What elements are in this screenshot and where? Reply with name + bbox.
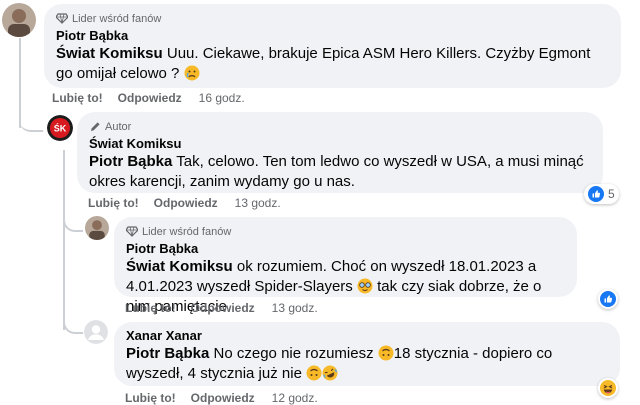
comment-actions-2: Lubię to! Odpowiedz 13 godz. xyxy=(88,196,281,210)
comment-actions-1: Lubię to! Odpowiedz 16 godz. xyxy=(52,91,245,105)
fan-badge: Lider wśród fanów xyxy=(126,224,565,239)
reply-button[interactable]: Odpowiedz xyxy=(191,301,255,315)
mention-link[interactable]: Piotr Bąbka xyxy=(126,345,209,362)
upside-down-face-emoji-icon xyxy=(306,365,322,381)
pencil-icon xyxy=(91,121,100,131)
like-button[interactable]: Lubię to! xyxy=(125,301,176,315)
reaction-summary-2[interactable]: 5 xyxy=(584,184,619,204)
comment-actions-4: Lubię to! Odpowiedz 12 godz. xyxy=(125,391,318,405)
rolling-laughing-emoji-icon xyxy=(322,365,338,381)
author-badge: Autor xyxy=(89,119,591,134)
comment-bubble-1: Lider wśród fanów Piotr Bąbka Świat Komi… xyxy=(44,4,621,88)
comment-bubble-2: Autor Świat Komiksu Piotr Bąbka Tak, cel… xyxy=(77,112,603,193)
badge-label: Lider wśród fanów xyxy=(142,225,232,238)
comment-author[interactable]: Xanar Xanar xyxy=(126,328,608,343)
nerd-emoji-icon xyxy=(357,278,373,294)
thread-curve-reply-3 xyxy=(63,302,83,334)
avatar-photo-icon xyxy=(2,3,36,37)
reaction-summary-4[interactable] xyxy=(598,378,618,398)
thread-curve-reply-2 xyxy=(63,200,83,232)
mention-link[interactable]: Piotr Bąbka xyxy=(89,153,172,170)
crying-emoji-icon xyxy=(184,65,200,81)
thumbs-up-icon xyxy=(600,291,616,307)
mention-link[interactable]: Świat Komiksu xyxy=(126,258,233,275)
timestamp[interactable]: 13 godz. xyxy=(272,301,318,315)
badge-label: Autor xyxy=(105,120,132,133)
avatar-swiat-komiksu[interactable]: ŚK xyxy=(47,115,73,141)
comment-text: Piotr Bąbka No czego nie rozumiesz 18 st… xyxy=(126,345,553,382)
thread-curve-reply-1 xyxy=(19,110,43,132)
reply-button[interactable]: Odpowiedz xyxy=(191,391,255,405)
badge-label: Lider wśród fanów xyxy=(72,12,162,25)
comment-bubble-4: Xanar Xanar Piotr Bąbka No czego nie roz… xyxy=(114,322,620,386)
reaction-summary-3[interactable] xyxy=(598,289,618,309)
comment-bubble-3: Lider wśród fanów Piotr Bąbka Świat Komi… xyxy=(114,217,577,315)
upside-down-face-emoji-icon xyxy=(378,345,394,361)
avatar-piotr[interactable] xyxy=(85,216,109,240)
like-button[interactable]: Lubię to! xyxy=(52,91,103,105)
reply-button[interactable]: Odpowiedz xyxy=(154,196,218,210)
avatar-xanar[interactable] xyxy=(84,320,108,344)
comment-author[interactable]: Piotr Bąbka xyxy=(126,241,565,256)
svg-text:ŚK: ŚK xyxy=(54,123,67,134)
comment-text: Świat Komiksu Uuu. Ciekawe, brakuje Epic… xyxy=(56,45,591,82)
timestamp[interactable]: 13 godz. xyxy=(235,196,281,210)
diamond-icon xyxy=(126,226,138,237)
avatar-piotr[interactable] xyxy=(2,3,36,37)
comment-text: Piotr Bąbka Tak, celowo. Ten tom ledwo c… xyxy=(89,153,584,190)
reply-button[interactable]: Odpowiedz xyxy=(118,91,182,105)
reaction-count: 5 xyxy=(608,187,615,201)
page-logo-icon: ŚK xyxy=(47,115,73,141)
like-button[interactable]: Lubię to! xyxy=(88,196,139,210)
like-button[interactable]: Lubię to! xyxy=(125,391,176,405)
default-avatar-icon xyxy=(84,320,108,344)
comment-author[interactable]: Piotr Bąbka xyxy=(56,28,609,43)
thumbs-up-icon xyxy=(588,186,604,202)
timestamp[interactable]: 16 godz. xyxy=(199,91,245,105)
mention-link[interactable]: Świat Komiksu xyxy=(56,45,163,62)
avatar-photo-icon xyxy=(85,216,109,240)
laughing-emoji-icon xyxy=(600,380,616,396)
diamond-icon xyxy=(56,13,68,24)
comment-author[interactable]: Świat Komiksu xyxy=(89,136,591,151)
fan-badge: Lider wśród fanów xyxy=(56,11,609,26)
timestamp[interactable]: 12 godz. xyxy=(272,391,318,405)
comment-actions-3: Lubię to! Odpowiedz 13 godz. xyxy=(125,301,318,315)
